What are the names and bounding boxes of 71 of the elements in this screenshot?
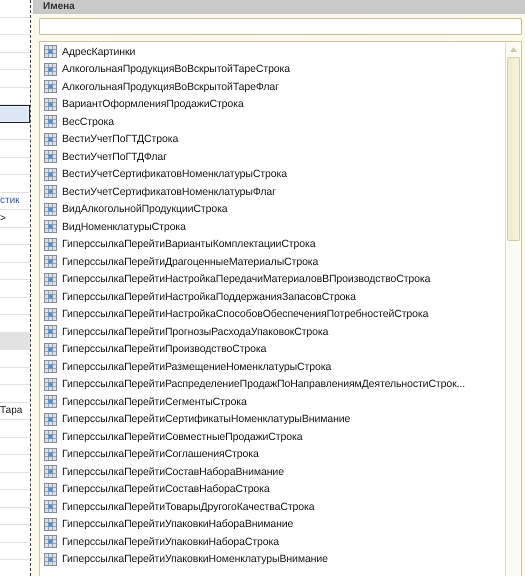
list-item[interactable]: ГиперссылкаПерейтиРазмещениеНоменклатурыСтрока [62,360,332,373]
table-icon [44,132,57,146]
list-item[interactable]: ГиперссылкаПерейтиСертификатыНоменклатурыВнимание [62,413,350,426]
table-icon [44,448,57,461]
table-icon [44,482,57,496]
table-icon [44,185,57,198]
table-icon [44,115,57,128]
list-item[interactable]: ГиперссылкаПерейтиНастройкаПоддержанияЗапасовСтрока [62,290,356,303]
list-item[interactable]: АлкогольнаяПродукцияВоВскрытойТареСтрока [62,63,290,76]
list-item[interactable]: ВесСтрока [62,116,114,128]
table-icon [44,238,57,251]
list-item[interactable]: ГиперссылкаПерейтиСоставНабораВнимание [62,466,284,478]
scroll-thumb[interactable] [507,57,520,241]
table-icon [44,342,57,356]
list-item[interactable]: ГиперссылкаПерейтиСоставНабораСтрока [62,483,270,496]
table-icon [44,98,57,111]
list-item[interactable]: ГиперссылкаПерейтиТоварыДругогоКачестваСтрока [62,500,314,513]
list-item[interactable]: ВестиУчетСертификатовНоменклатурыСтрока [62,168,287,180]
list-item[interactable]: ВестиУчетПоГТДФлаг [62,150,167,163]
list-item[interactable]: ГиперссылкаПерейтиПроизводствоСтрока [62,343,266,356]
table-icon [44,535,57,548]
table-icon [44,80,57,94]
list-item[interactable]: ВариантОформленияПродажиСтрока [62,98,244,110]
grid-row[interactable]: стик [0,192,30,210]
list-item[interactable]: ГиперссылкаПерейтиНастройкаСпособовОбеспеченияПотребностейСтрока [62,308,428,320]
table-icon [44,290,57,304]
selected-grid-row[interactable] [0,105,30,122]
table-icon [44,465,57,478]
table-icon [44,308,57,321]
list-item[interactable]: АлкогольнаяПродукцияВоВскрытойТареФлаг [62,80,279,93]
list-item[interactable]: ГиперссылкаПерейтиСоглашенияСтрока [62,448,259,460]
scrollbar[interactable] [505,42,521,576]
list-item[interactable]: ГиперссылкаПерейтиВариантыКомплектацииСтрока [62,238,316,250]
link-text[interactable]: стик [0,195,20,206]
list-item[interactable]: ГиперссылкаПерейтиДрагоценныеМатериалыСтрока [62,256,318,268]
table-icon [44,552,57,566]
list-item[interactable]: ГиперссылкаПерейтиРаспределениеПродажПоНаправлениямДеятельностиСтрок... [62,378,466,390]
table-icon [44,45,57,58]
table-icon [44,255,57,268]
cell-text: > [0,212,6,224]
panel-title: Имена [33,0,525,14]
list-item[interactable]: ВестиУчетПоГТДСтрока [62,133,178,146]
table-icon [44,395,57,408]
list-item[interactable]: ГиперссылкаПерейтиПрогнозыРасходаУпаковокСтрока [62,326,328,338]
table-icon [44,220,57,234]
table-icon [44,500,57,514]
list-item[interactable]: ГиперссылкаПерейтиУпаковкиНабораВнимание [62,518,294,530]
table-icon [44,430,57,444]
list-item[interactable]: ГиперссылкаПерейтиУпаковкиНоменклатурыВнимание [62,553,328,566]
table-icon [44,272,57,286]
table-icon [44,202,57,216]
list-item[interactable]: ВидНоменклатурыСтрока [62,220,186,233]
table-icon [44,62,57,76]
table-icon [44,360,57,374]
table-icon [44,325,57,338]
search-field[interactable] [39,18,522,35]
grid-row[interactable]: > [0,210,30,228]
table-icon [44,412,57,426]
grid-row[interactable]: Тара [0,402,30,420]
table-icon [44,378,57,391]
list-item[interactable]: АдресКартинки [62,46,136,58]
list-item[interactable]: ВестиУчетСертификатовНоменклатурыФлаг [62,186,276,198]
table-icon [44,518,57,531]
list-item[interactable]: ГиперссылкаПерейтиНастройкаПередачиМатериаловВПроизводствоСтрока [62,273,430,286]
table-icon [44,168,57,181]
list-item[interactable]: ГиперссылкаПерейтиСовместныеПродажиСтрока [62,430,302,443]
list-item[interactable]: ГиперссылкаПерейтиСегментыСтрока [62,396,247,408]
list-item[interactable]: ГиперссылкаПерейтиУпаковкиНабораСтрока [62,536,279,548]
list-item[interactable]: ВидАлкогольнойПродукцииСтрока [62,203,228,216]
table-icon [44,150,57,164]
cell-text: Тара [0,405,22,416]
